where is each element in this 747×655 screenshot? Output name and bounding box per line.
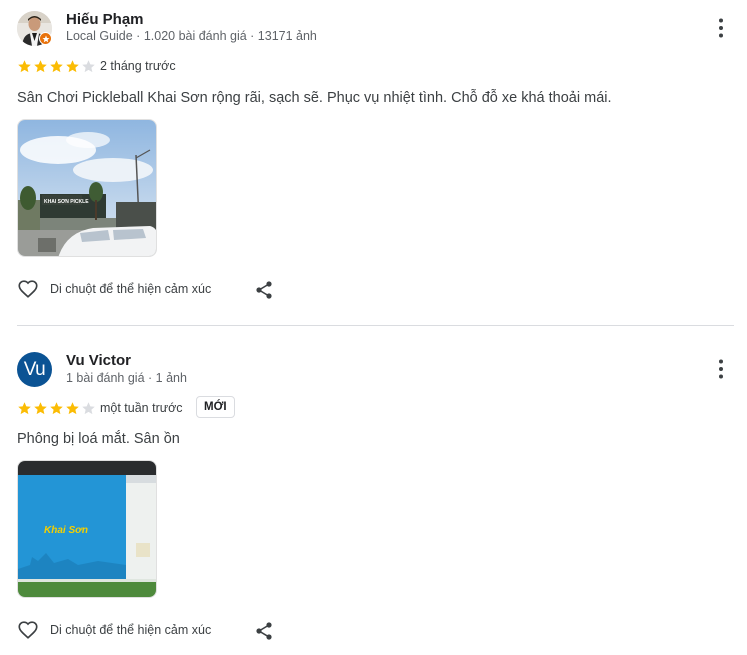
- new-badge: MỚI: [196, 396, 235, 418]
- star-rating: [17, 401, 96, 416]
- photo-sign-text: Khai Sơn: [44, 525, 88, 536]
- avatar[interactable]: Vu: [17, 352, 52, 387]
- more-options-icon[interactable]: [712, 358, 730, 380]
- reviewer-name[interactable]: Vu Victor: [66, 352, 131, 369]
- star-empty-icon: [82, 402, 95, 415]
- reaction-label: Di chuột để thể hiện cảm xúc: [50, 623, 212, 637]
- review-card: Vu Vu Victor 1 bài đánh giá · 1 ảnh một …: [0, 0, 747, 655]
- review-photo[interactable]: Khai Sơn: [17, 460, 157, 598]
- reviewer-meta[interactable]: 1 bài đánh giá · 1 ảnh: [66, 371, 187, 385]
- star-filled-icon: [34, 402, 47, 415]
- review-text: Phông bị loá mắt. Sân ồn: [17, 431, 180, 447]
- star-filled-icon: [66, 402, 79, 415]
- star-filled-icon: [50, 402, 63, 415]
- heart-icon: [18, 621, 38, 639]
- share-icon[interactable]: [254, 621, 274, 641]
- star-filled-icon: [18, 402, 31, 415]
- reaction-button[interactable]: Di chuột để thể hiện cảm xúc: [17, 619, 211, 641]
- review-time: một tuần trước: [100, 401, 183, 415]
